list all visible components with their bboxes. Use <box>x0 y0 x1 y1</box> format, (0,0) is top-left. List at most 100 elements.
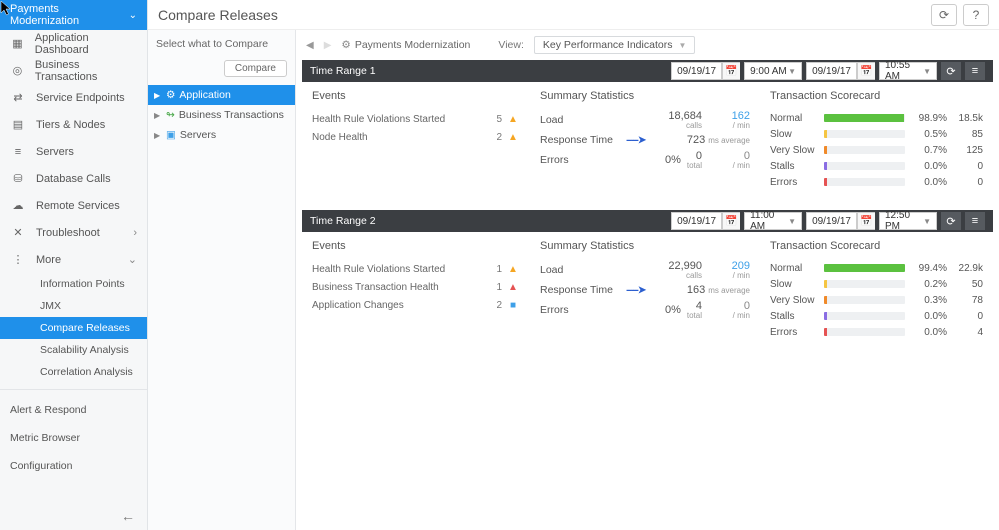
scorecard-row: Normal 98.9% 18.5k <box>770 110 983 126</box>
summary-heading: Summary Statistics <box>540 240 750 252</box>
event-row[interactable]: Node Health 2 ▲ <box>312 128 520 146</box>
calendar-icon[interactable]: 📅 <box>722 62 740 80</box>
sidebar-item-app-dashboard[interactable]: ▦Application Dashboard <box>0 30 147 57</box>
view-label: View: <box>498 39 524 51</box>
sidebar-item-database-calls[interactable]: ⛁Database Calls <box>0 165 147 192</box>
scorecard-count: 4 <box>953 327 983 338</box>
scorecard-label: Slow <box>770 279 818 290</box>
cloud-icon: ☁ <box>10 199 26 212</box>
scorecard-label: Normal <box>770 263 818 274</box>
event-row[interactable]: Health Rule Violations Started 1 ▲ <box>312 260 520 278</box>
page-title: Compare Releases <box>158 7 278 23</box>
summary-column: Summary Statistics Load 22,990calls 209/… <box>530 232 760 352</box>
compare-tree: ▶⚙Application ▶↬Business Transactions ▶▣… <box>148 85 295 145</box>
collapse-sidebar[interactable]: ← <box>0 502 147 530</box>
from-time-input[interactable]: 11:00 AM▼ <box>744 212 802 230</box>
breadcrumb-bar: ◀ ▶ ⚙Payments Modernization View: Key Pe… <box>302 34 993 60</box>
event-count: 5 <box>488 114 502 125</box>
to-date-input[interactable]: 09/19/17 <box>806 212 857 230</box>
sidebar-item-business-transactions[interactable]: ◎Business Transactions <box>0 57 147 84</box>
sidebar-item-more[interactable]: ⋮More⌄ <box>0 246 147 273</box>
scorecard-bar <box>824 114 905 122</box>
sidebar-item-configuration[interactable]: Configuration <box>0 452 147 480</box>
content: ◀ ▶ ⚙Payments Modernization View: Key Pe… <box>296 30 999 530</box>
sidebar-sub-correlation-analysis[interactable]: Correlation Analysis <box>0 361 147 383</box>
tree-item-application[interactable]: ▶⚙Application <box>148 85 295 105</box>
nav-next-icon[interactable]: ▶ <box>324 40 332 51</box>
sidebar-sub-jmx[interactable]: JMX <box>0 295 147 317</box>
nav-prev-icon[interactable]: ◀ <box>306 40 314 51</box>
scorecard-row: Normal 99.4% 22.9k <box>770 260 983 276</box>
tree-item-servers[interactable]: ▶▣Servers <box>148 125 295 145</box>
to-time-input[interactable]: 12:50 PM▼ <box>879 212 937 230</box>
divider <box>0 389 147 390</box>
scorecard-row: Errors 0.0% 4 <box>770 324 983 340</box>
database-icon: ⛁ <box>10 172 26 185</box>
summary-heading: Summary Statistics <box>540 90 750 102</box>
from-date-input[interactable]: 09/19/17 <box>671 212 722 230</box>
compare-button[interactable]: Compare <box>224 60 287 77</box>
wrench-icon: ✕ <box>10 226 26 239</box>
event-name: Business Transaction Health <box>312 282 488 293</box>
sidebar-item-troubleshoot[interactable]: ✕Troubleshoot› <box>0 219 147 246</box>
event-count: 1 <box>488 282 502 293</box>
sidebar-sub-compare-releases[interactable]: Compare Releases <box>0 317 147 339</box>
settings-range-button[interactable]: ≡ <box>965 212 985 230</box>
events-heading: Events <box>312 90 520 102</box>
event-warn-icon: ▲ <box>506 264 520 275</box>
from-date-input[interactable]: 09/19/17 <box>671 62 722 80</box>
sidebar-sub-information-points[interactable]: Information Points <box>0 273 147 295</box>
dashboard-icon: ▦ <box>10 37 25 50</box>
to-date-input[interactable]: 09/19/17 <box>806 62 857 80</box>
sidebar-item-servers[interactable]: ≡Servers <box>0 138 147 165</box>
from-time-input[interactable]: 9:00 AM▼ <box>744 62 802 80</box>
chevron-right-icon: › <box>133 227 137 239</box>
sidebar-item-remote-services[interactable]: ☁Remote Services <box>0 192 147 219</box>
chevron-down-icon: ⌄ <box>129 10 137 21</box>
refresh-range-button[interactable]: ⟳ <box>941 62 961 80</box>
help-button[interactable]: ? <box>963 4 989 26</box>
scorecard-row: Errors 0.0% 0 <box>770 174 983 190</box>
calendar-icon[interactable]: 📅 <box>857 62 875 80</box>
chevron-down-icon: ▼ <box>923 217 931 226</box>
server-icon: ▣ <box>166 129 176 141</box>
scorecard-heading: Transaction Scorecard <box>770 90 983 102</box>
time-range-title: Time Range 1 <box>310 65 376 77</box>
scorecard-row: Stalls 0.0% 0 <box>770 158 983 174</box>
sidebar-item-alert-respond[interactable]: Alert & Respond <box>0 396 147 424</box>
sidebar-sub-scalability-analysis[interactable]: Scalability Analysis <box>0 339 147 361</box>
scorecard-bar <box>824 280 905 288</box>
arrow-annotation-icon: -----➤ <box>626 285 645 296</box>
sidebar-item-tiers-nodes[interactable]: ▤Tiers & Nodes <box>0 111 147 138</box>
app-selector[interactable]: Payments Modernization ⌄ <box>0 0 147 30</box>
scorecard-percent: 0.2% <box>911 279 947 290</box>
event-row[interactable]: Business Transaction Health 1 ▲ <box>312 278 520 296</box>
scorecard-label: Normal <box>770 113 818 124</box>
scorecard-bar <box>824 296 905 304</box>
settings-range-button[interactable]: ≡ <box>965 62 985 80</box>
breadcrumb[interactable]: ⚙Payments Modernization <box>341 39 470 51</box>
help-icon: ? <box>973 8 980 22</box>
refresh-range-button[interactable]: ⟳ <box>941 212 961 230</box>
scorecard-bar <box>824 146 905 154</box>
event-row[interactable]: Application Changes 2 ■ <box>312 296 520 314</box>
tree-item-business-transactions[interactable]: ▶↬Business Transactions <box>148 105 295 125</box>
scorecard-percent: 0.5% <box>911 129 947 140</box>
sidebar-item-service-endpoints[interactable]: ⇄Service Endpoints <box>0 84 147 111</box>
scorecard-percent: 98.9% <box>911 113 947 124</box>
view-select[interactable]: Key Performance Indicators▼ <box>534 36 695 54</box>
calendar-icon[interactable]: 📅 <box>857 212 875 230</box>
calendar-icon[interactable]: 📅 <box>722 212 740 230</box>
sidebar-item-metric-browser[interactable]: Metric Browser <box>0 424 147 452</box>
scorecard-bar <box>824 162 905 170</box>
to-time-input[interactable]: 10:55 AM▼ <box>879 62 937 80</box>
scorecard-row: Very Slow 0.3% 78 <box>770 292 983 308</box>
scorecard-row: Slow 0.2% 50 <box>770 276 983 292</box>
refresh-button[interactable]: ⟳ <box>931 4 957 26</box>
select-panel: Select what to Compare Compare ▶⚙Applica… <box>148 30 296 530</box>
scorecard-percent: 99.4% <box>911 263 947 274</box>
event-row[interactable]: Health Rule Violations Started 5 ▲ <box>312 110 520 128</box>
summary-errors-row: Errors 0% 4total 0/ min <box>540 300 750 320</box>
response-time-value: 723 <box>649 135 705 146</box>
titlebar: Compare Releases ⟳ ? <box>148 0 999 30</box>
